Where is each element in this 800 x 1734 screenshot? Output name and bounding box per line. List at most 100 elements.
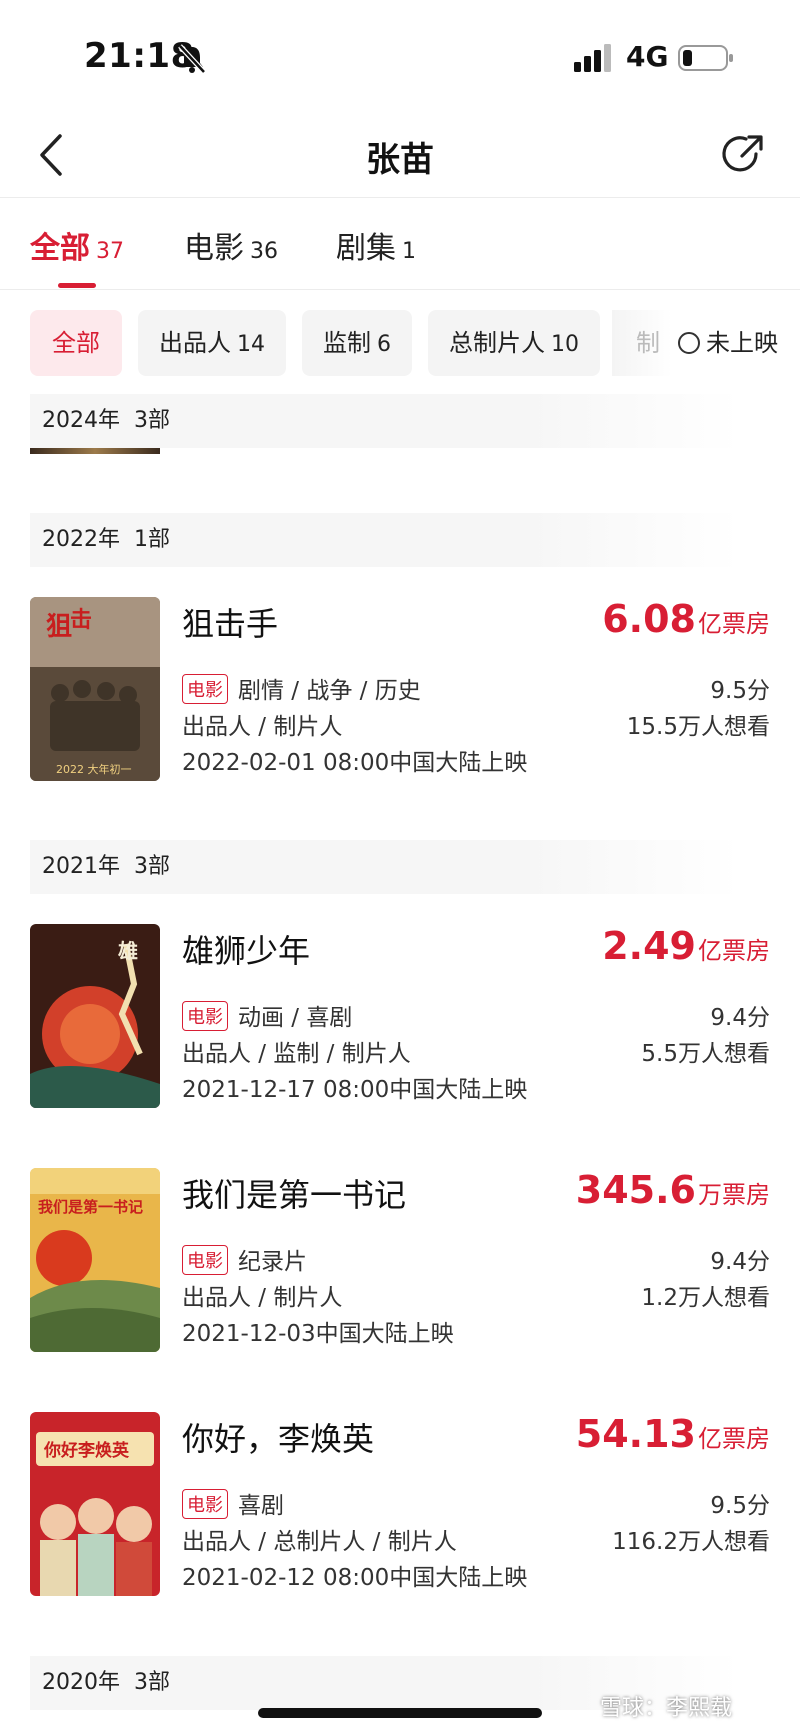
year-label: 2020年	[42, 1670, 120, 1695]
year-count: 3部	[134, 408, 170, 433]
movie-card[interactable]: 雄 雄狮少年 2.49亿票房 电影 动画 / 喜剧 出品人 / 监制 / 制片人 …	[30, 924, 770, 1110]
network-type: 4G	[626, 40, 669, 73]
chip-count: 10	[551, 332, 579, 357]
genres: 动画 / 喜剧	[238, 1005, 353, 1031]
tab-all[interactable]: 全部 37	[30, 223, 124, 267]
chip-producer[interactable]: 出品人 14	[138, 310, 286, 376]
active-tab-indicator	[58, 283, 96, 288]
battery-icon	[678, 45, 733, 71]
tab-count: 1	[402, 239, 416, 264]
movie-title: 你好，李焕英	[182, 1420, 375, 1458]
tab-label: 全部	[30, 231, 90, 266]
box-office-value: 2.49	[602, 924, 696, 968]
year-count: 3部	[134, 854, 170, 879]
status-bar: 21:18 4G	[0, 0, 800, 110]
box-office: 2.49亿票房	[602, 924, 770, 968]
year-count: 1部	[134, 527, 170, 552]
box-office-unit: 万票房	[698, 1181, 770, 1209]
want-count: 15.5万人想看	[626, 714, 770, 740]
role-filter-chips: 全部 出品人 14 监制 6 总制片人 10 制 未上映	[0, 310, 800, 376]
year-header: 2024年 3部	[30, 394, 740, 448]
score: 9.4分	[710, 1249, 770, 1275]
movie-card[interactable]: 你好李焕英 你好，李焕英 54.13亿票房 电影 喜剧 出品人 / 总制片人 / …	[30, 1412, 770, 1598]
type-badge: 电影	[182, 1001, 228, 1031]
genres: 剧情 / 战争 / 历史	[238, 678, 421, 704]
category-tabs: 全部 37 电影 36 剧集 1	[0, 199, 800, 290]
movie-title: 我们是第一书记	[182, 1176, 407, 1214]
box-office-value: 345.6	[575, 1168, 696, 1212]
box-office: 6.08亿票房	[602, 597, 770, 641]
type-badge: 电影	[182, 674, 228, 704]
roles: 出品人 / 制片人	[182, 1285, 343, 1311]
want-count: 5.5万人想看	[641, 1041, 770, 1067]
genre-line: 电影 纪录片	[182, 1242, 307, 1276]
genre-line: 电影 喜剧	[182, 1486, 284, 1520]
want-count: 116.2万人想看	[612, 1529, 770, 1555]
chip-label: 总制片人	[449, 329, 545, 357]
chip-count: 14	[237, 332, 265, 357]
bell-off-icon	[178, 44, 206, 74]
tab-movies[interactable]: 电影 36	[184, 223, 278, 267]
box-office: 345.6万票房	[576, 1168, 770, 1212]
box-office-value: 6.08	[602, 597, 696, 641]
chip-supervisor[interactable]: 监制 6	[302, 310, 412, 376]
year-header: 2021年 3部	[30, 840, 740, 894]
svg-text:你好李焕英: 你好李焕英	[43, 1440, 130, 1461]
roles: 出品人 / 制片人	[182, 714, 343, 740]
share-icon[interactable]	[718, 130, 768, 180]
poster-edge	[30, 448, 160, 454]
cellular-signal-icon	[574, 44, 611, 72]
box-office-unit: 亿票房	[698, 610, 770, 638]
genres: 喜剧	[238, 1493, 284, 1519]
genre-line: 电影 剧情 / 战争 / 历史	[182, 671, 421, 705]
chip-chief-producer[interactable]: 总制片人 10	[428, 310, 600, 376]
movie-title: 雄狮少年	[182, 932, 311, 970]
nav-bar: 张苗	[0, 110, 800, 198]
tab-count: 37	[96, 239, 124, 264]
year-label: 2024年	[42, 408, 120, 433]
release-date: 2021-02-12 08:00中国大陆上映	[182, 1565, 528, 1591]
movie-card[interactable]: 我们是第一书记 我们是第一书记 345.6万票房 电影 纪录片 出品人 / 制片人…	[30, 1168, 770, 1354]
tab-count: 36	[250, 239, 278, 264]
box-office-value: 54.13	[575, 1412, 696, 1456]
box-office-unit: 亿票房	[698, 1425, 770, 1453]
roles: 出品人 / 监制 / 制片人	[182, 1041, 411, 1067]
tab-series[interactable]: 剧集 1	[336, 223, 416, 267]
tab-label: 剧集	[336, 231, 396, 266]
svg-text:雄: 雄	[117, 939, 138, 963]
type-badge: 电影	[182, 1489, 228, 1519]
movie-poster[interactable]: 雄	[30, 924, 160, 1108]
score: 9.5分	[710, 678, 770, 704]
roles: 出品人 / 总制片人 / 制片人	[182, 1529, 457, 1555]
page-title: 张苗	[366, 140, 434, 180]
unreleased-toggle[interactable]: 未上映	[678, 310, 778, 376]
chip-label: 出品人	[159, 329, 231, 357]
release-date: 2021-12-03中国大陆上映	[182, 1321, 454, 1347]
movie-poster[interactable]: 你好李焕英	[30, 1412, 160, 1596]
release-date: 2022-02-01 08:00中国大陆上映	[182, 750, 528, 776]
movie-card[interactable]: 狙 击 2022 大年初一 狙击手 6.08亿票房 电影 剧情 / 战争 / 历史…	[30, 597, 770, 783]
year-header: 2022年 1部	[30, 513, 740, 567]
home-indicator[interactable]	[258, 1708, 542, 1718]
box-office-unit: 亿票房	[698, 937, 770, 965]
movie-poster[interactable]: 我们是第一书记	[30, 1168, 160, 1352]
tab-label: 电影	[184, 231, 244, 266]
score: 9.5分	[710, 1493, 770, 1519]
box-office: 54.13亿票房	[576, 1412, 770, 1456]
chip-label: 全部	[52, 329, 100, 357]
svg-text:击: 击	[70, 607, 92, 633]
chip-all[interactable]: 全部	[30, 310, 122, 376]
genre-line: 电影 动画 / 喜剧	[182, 998, 352, 1032]
unreleased-label: 未上映	[706, 329, 778, 357]
year-label: 2022年	[42, 527, 120, 552]
radio-icon	[678, 332, 700, 354]
score: 9.4分	[710, 1005, 770, 1031]
chip-label: 监制	[323, 329, 371, 357]
release-date: 2021-12-17 08:00中国大陆上映	[182, 1077, 528, 1103]
chip-partial[interactable]: 制	[612, 310, 672, 376]
movie-title: 狙击手	[182, 605, 279, 643]
movie-poster[interactable]: 狙 击 2022 大年初一	[30, 597, 160, 781]
svg-text:2022 大年初一: 2022 大年初一	[56, 762, 132, 776]
genres: 纪录片	[238, 1249, 307, 1275]
poster-title-text: 狙	[46, 612, 72, 642]
